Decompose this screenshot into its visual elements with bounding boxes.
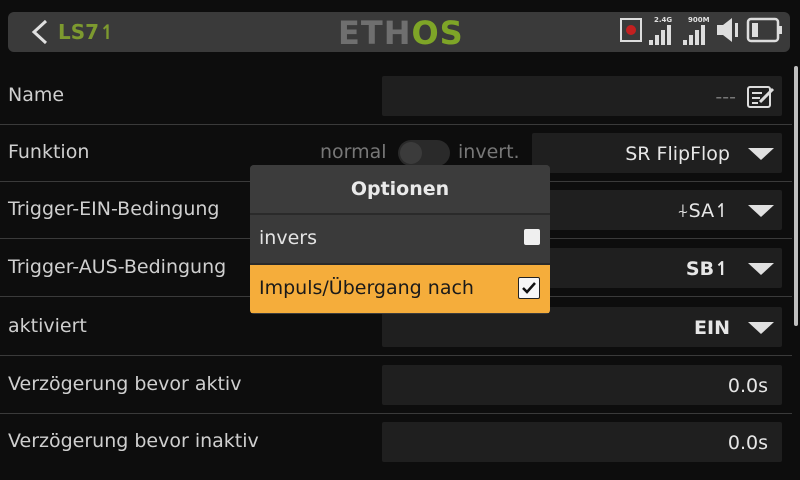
option-impuls[interactable]: Impuls/Übergang nach (250, 265, 550, 313)
trigger-ein-label: Trigger-EIN-Bedingung (8, 198, 220, 220)
funktion-value: SR FlipFlop (625, 143, 730, 165)
option-invers-label: invers (259, 227, 317, 249)
trigger-aus-label: Trigger-AUS-Bedingung (8, 256, 227, 278)
funktion-label: Funktion (8, 141, 90, 163)
signal-2-4g-label: 2.4G (654, 16, 673, 24)
delay-active-value: 0.0s (727, 375, 768, 397)
ethos-logo: ETHOS (338, 14, 464, 52)
dropdown-arrow-icon (748, 322, 774, 334)
speaker-icon (716, 17, 740, 47)
page-title-suffix: ↿ (99, 20, 116, 44)
trigger-aus-value: SB↿ (685, 258, 730, 280)
status-icons: 2.4G 900M (620, 16, 782, 48)
toggle-invert-label: invert. (458, 141, 520, 163)
delay-inactive-label: Verzögerung bevor inaktiv (8, 430, 259, 452)
name-value: --- (715, 86, 736, 108)
options-dialog: Optionen invers Impuls/Übergang nach (250, 165, 550, 314)
signal-900m-label: 900M (688, 16, 710, 24)
delay-active-label: Verzögerung bevor aktiv (8, 373, 242, 395)
delay-active-field[interactable]: 0.0s (382, 365, 782, 405)
logo-os: OS (411, 14, 464, 52)
checkbox-unchecked-icon[interactable] (524, 229, 540, 245)
delay-inactive-value: 0.0s (727, 432, 768, 454)
option-invers[interactable]: invers (250, 215, 550, 265)
dropdown-arrow-icon (748, 205, 774, 217)
back-chevron-icon[interactable] (28, 19, 54, 45)
dialog-title: Optionen (250, 165, 550, 215)
option-impuls-label: Impuls/Übergang nach (259, 277, 474, 299)
aktiviert-value: EIN (694, 317, 730, 339)
signal-900m-icon: 900M (682, 16, 710, 46)
delay-inactive-field[interactable]: 0.0s (382, 422, 782, 462)
dropdown-arrow-icon (748, 263, 774, 275)
funktion-select[interactable]: SR FlipFlop (532, 133, 782, 173)
logo-eth: ETH (338, 14, 412, 52)
battery-icon (746, 17, 782, 47)
invert-toggle[interactable] (398, 140, 450, 166)
row-delay-inactive: Verzögerung bevor inaktiv 0.0s (0, 414, 792, 470)
signal-2-4g-icon: 2.4G (648, 16, 676, 46)
row-name: Name --- (0, 68, 792, 125)
name-field[interactable]: --- (382, 76, 782, 116)
top-bar: LS7↿ ETHOS 2.4G 900M (8, 12, 790, 52)
toggle-normal-label: normal (320, 141, 387, 163)
scrollbar[interactable] (794, 66, 798, 326)
aktiviert-label: aktiviert (8, 315, 87, 337)
name-label: Name (8, 84, 65, 106)
dropdown-arrow-icon (748, 148, 774, 160)
edit-icon[interactable] (746, 84, 776, 114)
record-icon (620, 18, 642, 46)
page-title-text: LS7 (58, 20, 100, 44)
page-title: LS7↿ (58, 20, 116, 44)
trigger-ein-value: ⍭SA↿ (677, 200, 730, 222)
row-delay-active: Verzögerung bevor aktiv 0.0s (0, 357, 792, 414)
checkbox-checked-icon[interactable] (518, 277, 540, 299)
toggle-knob (400, 142, 422, 164)
